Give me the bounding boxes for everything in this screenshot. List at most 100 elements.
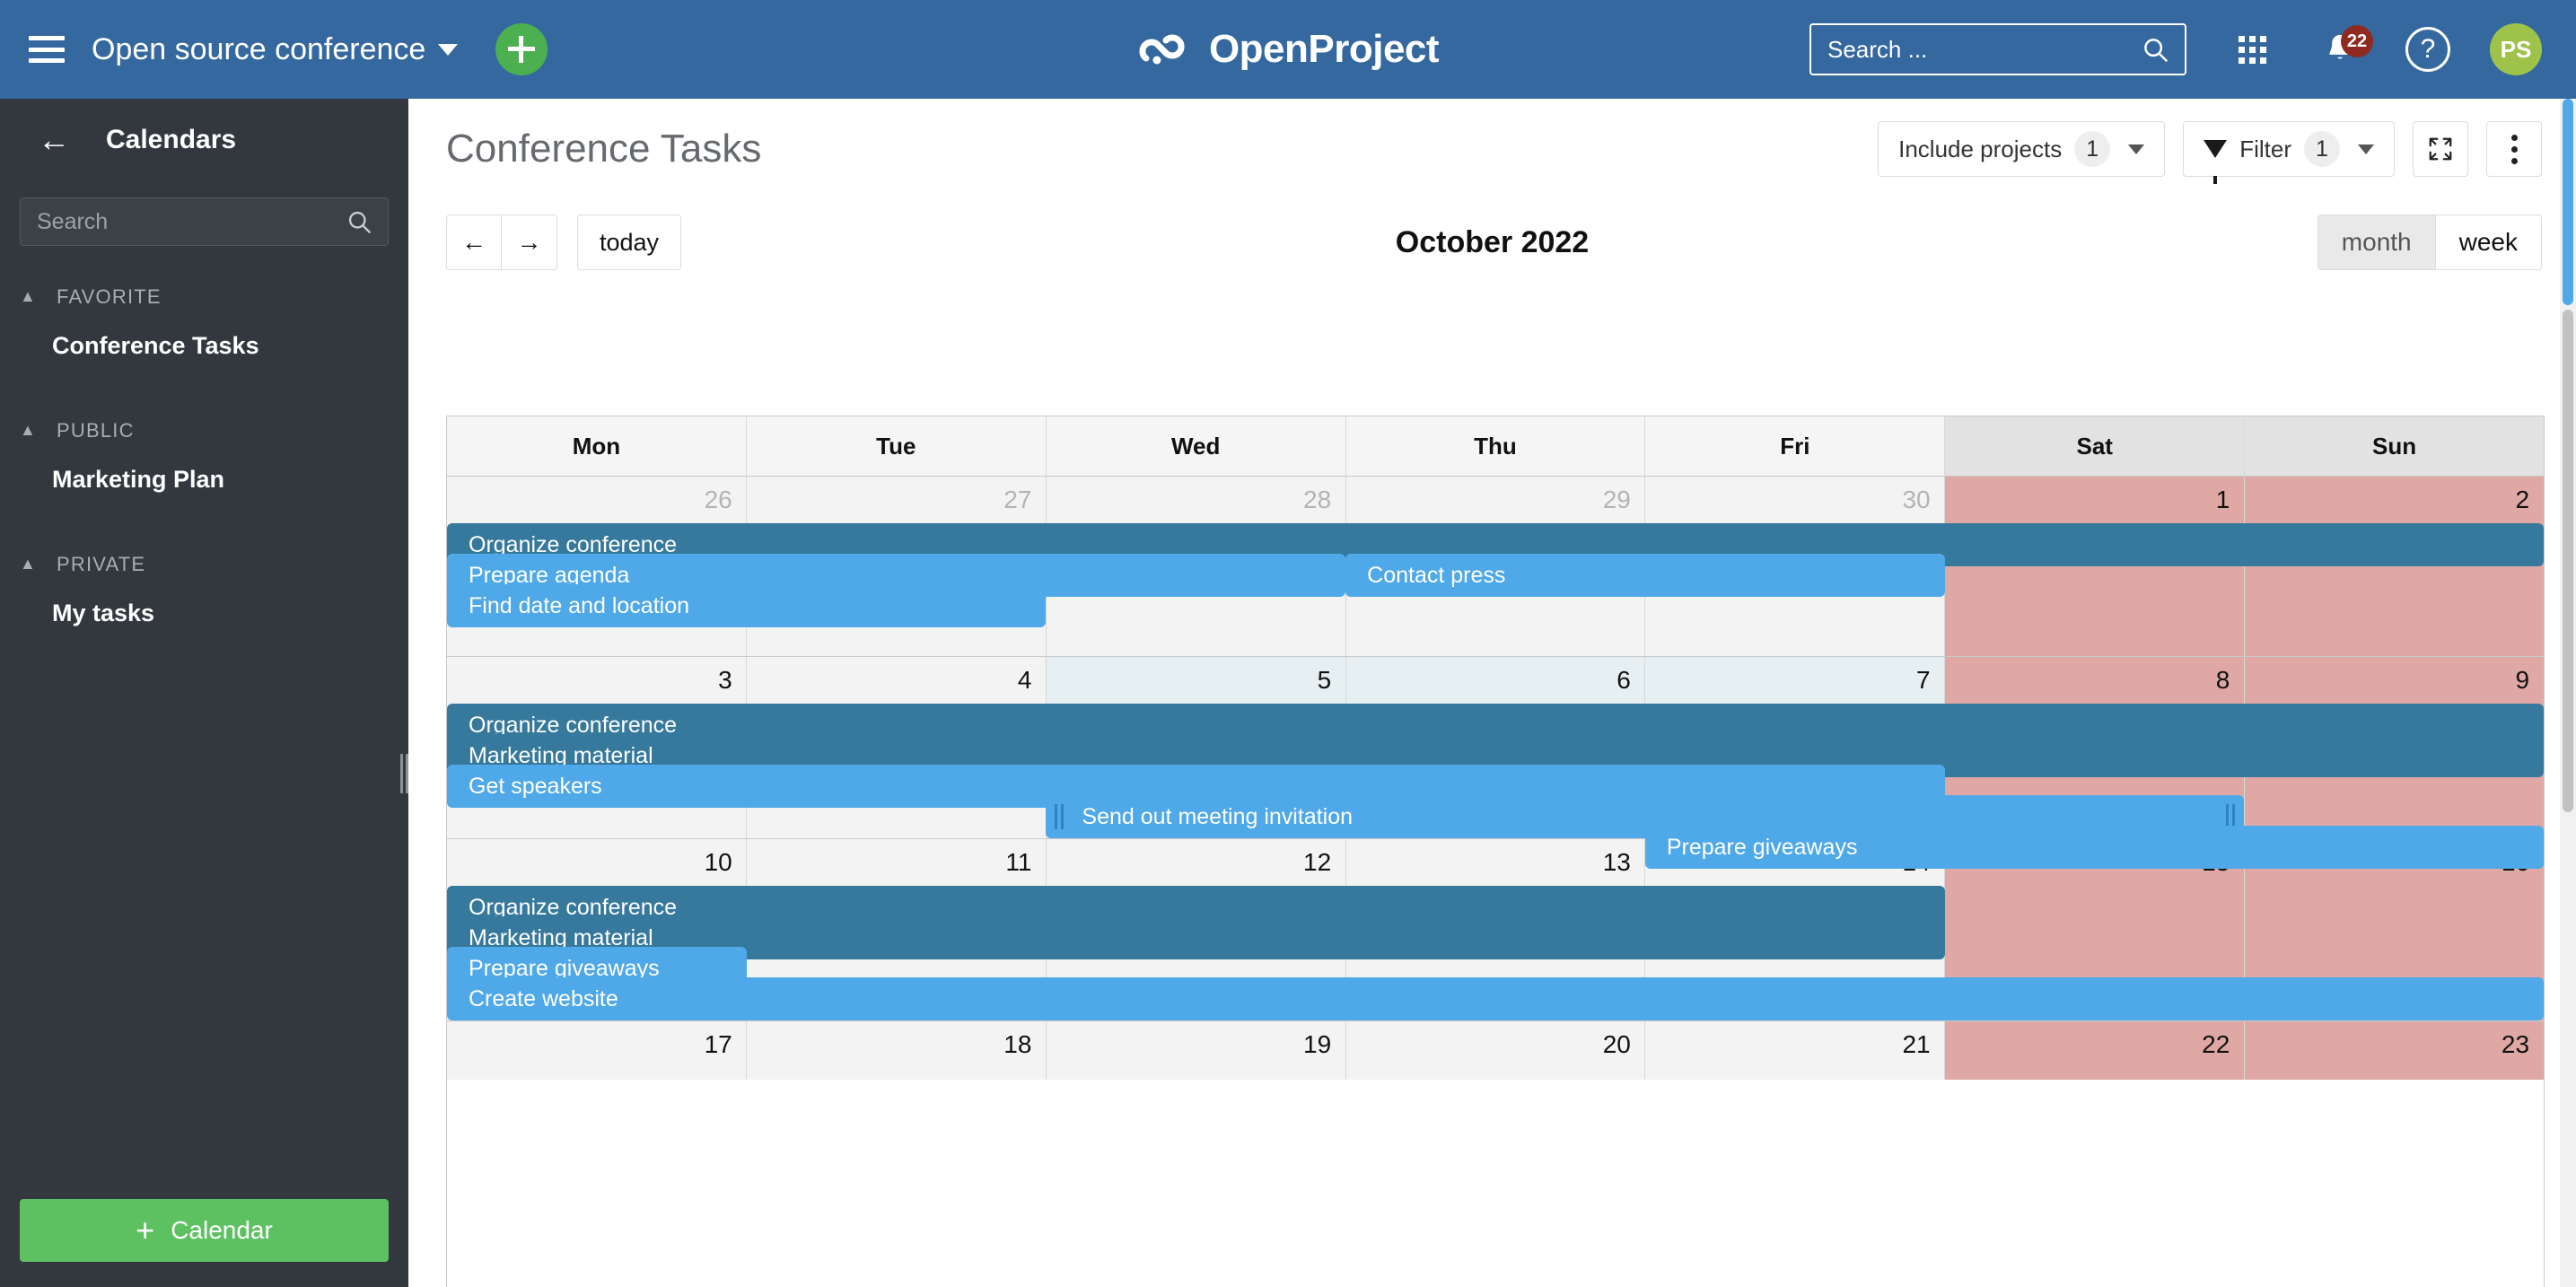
event-resize-handle-left[interactable] xyxy=(1055,804,1065,829)
prev-period-button[interactable]: ← xyxy=(446,214,502,270)
more-vertical-icon xyxy=(2510,134,2518,164)
calendar-day-header-sun: Sun xyxy=(2245,416,2544,476)
sidebar-group-header-private[interactable]: ▲ PRIVATE xyxy=(0,549,408,580)
calendar-week-row: 3 4 5 6 7 8 9 Organize conference Marketing mate… xyxy=(447,656,2544,869)
sidebar-group-header-public[interactable]: ▲ PUBLIC xyxy=(0,416,408,446)
top-header: Open source conference OpenProject Searc… xyxy=(0,0,2576,99)
calendar-day-number: 2 xyxy=(2515,486,2530,513)
add-calendar-button[interactable]: + Calendar xyxy=(20,1199,389,1262)
plus-icon xyxy=(508,36,536,63)
calendar-event[interactable]: Find date and location xyxy=(447,584,1047,627)
calendar-week-row: 17 18 19 20 21 22 23 xyxy=(447,1020,2544,1080)
calendar-event-title: Prepare giveaways xyxy=(1666,834,1858,860)
chevron-up-icon: ▲ xyxy=(20,286,38,305)
calendar-day-number: 19 xyxy=(1303,1030,1332,1058)
calendar-day-header-row: Mon Tue Wed Thu Fri Sat Sun xyxy=(447,416,2544,476)
modules-button[interactable] xyxy=(2226,23,2278,75)
filter-count: 1 xyxy=(2304,131,2340,167)
fullscreen-button[interactable] xyxy=(2413,121,2468,177)
calendar-day-number: 5 xyxy=(1317,666,1332,694)
sidebar-item-conference-tasks[interactable]: Conference Tasks xyxy=(0,312,408,380)
calendar-day-number: 17 xyxy=(704,1030,732,1058)
calendar-event-title: Create website xyxy=(469,985,618,1011)
filter-icon xyxy=(2204,140,2228,184)
sidebar-group-label: PRIVATE xyxy=(57,553,146,575)
add-calendar-label: Calendar xyxy=(171,1216,273,1244)
scrollbar-thumb-top[interactable] xyxy=(2563,99,2573,305)
calendar-day-number: 7 xyxy=(1916,666,1931,694)
sidebar-item-marketing-plan[interactable]: Marketing Plan xyxy=(0,446,408,513)
plus-icon: + xyxy=(136,1212,155,1248)
more-options-button[interactable] xyxy=(2486,121,2542,177)
sidebar-header: ← Calendars xyxy=(0,99,408,181)
filter-button[interactable]: Filter 1 xyxy=(2183,121,2395,184)
chevron-down-icon xyxy=(438,43,459,56)
calendar-day-numbers: 17 18 19 20 21 22 23 xyxy=(447,1021,2544,1068)
sidebar-search-box[interactable] xyxy=(20,197,389,246)
calendar-event[interactable]: Prepare giveaways xyxy=(1644,826,2544,869)
calendar-day-number: 3 xyxy=(718,666,732,694)
openproject-logo[interactable]: OpenProject xyxy=(1137,27,1440,72)
back-arrow-icon[interactable]: ← xyxy=(38,124,70,156)
sidebar-item-my-tasks[interactable]: My tasks xyxy=(0,580,408,647)
sidebar-item-label: Conference Tasks xyxy=(52,332,259,359)
today-button[interactable]: today xyxy=(577,214,682,270)
hamburger-icon[interactable] xyxy=(29,36,65,63)
calendar-day-number: 12 xyxy=(1303,848,1332,876)
scrollbar-thumb[interactable] xyxy=(2563,310,2573,812)
view-week-button[interactable]: week xyxy=(2435,214,2542,270)
content-toolbar: Conference Tasks Include projects 1 Filt… xyxy=(408,99,2576,199)
calendar-day-numbers: 3 4 5 6 7 8 9 xyxy=(447,657,2544,704)
calendar-grid: Mon Tue Wed Thu Fri Sat Sun 26 27 28 29 30 1 2 Organi… xyxy=(446,416,2545,1287)
calendar-day-numbers: 26 27 28 29 30 1 2 xyxy=(447,477,2544,523)
expand-icon xyxy=(2429,137,2452,161)
sidebar-item-label: Marketing Plan xyxy=(52,466,225,493)
calendar-day-number: 21 xyxy=(1902,1030,1931,1058)
calendar-day-header-mon: Mon xyxy=(447,416,747,476)
calendar-day-number: 4 xyxy=(1017,666,1032,694)
chevron-up-icon: ▲ xyxy=(20,420,38,439)
sidebar-item-label: My tasks xyxy=(52,600,155,626)
calendar-day-header-tue: Tue xyxy=(746,416,1047,476)
calendar-day-number: 6 xyxy=(1617,666,1631,694)
calendar-day-number: 28 xyxy=(1303,486,1332,513)
calendar-event[interactable]: Contact press xyxy=(1345,554,1945,597)
project-name: Open source conference xyxy=(92,31,426,66)
calendar-day-header-fri: Fri xyxy=(1645,416,1946,476)
global-search-box[interactable] xyxy=(1809,23,2186,75)
add-button[interactable] xyxy=(495,23,548,75)
main-content: Conference Tasks Include projects 1 Filt… xyxy=(408,99,2576,1287)
chevron-down-icon xyxy=(2128,144,2145,154)
sidebar-group-header-favorite[interactable]: ▲ FAVORITE xyxy=(0,282,408,312)
sidebar-resize-handle[interactable] xyxy=(399,754,408,793)
main-scrollbar[interactable] xyxy=(2560,99,2576,1287)
chevron-down-icon xyxy=(2358,144,2374,154)
view-month-button[interactable]: month xyxy=(2317,214,2436,270)
sidebar-group-favorite: ▲ FAVORITE Conference Tasks xyxy=(0,282,408,380)
calendar-event-title: Find date and location xyxy=(469,592,690,618)
search-input[interactable] xyxy=(1827,35,2142,64)
help-button[interactable]: ? xyxy=(2402,23,2454,75)
avatar[interactable]: PS xyxy=(2490,23,2542,75)
calendar-event[interactable]: Create website xyxy=(447,977,2544,1020)
calendar-day-number: 29 xyxy=(1602,486,1631,513)
calendar-day-number: 30 xyxy=(1902,486,1931,513)
calendar-day-number: 20 xyxy=(1602,1030,1631,1058)
toolbar-actions: Include projects 1 Filter 1 xyxy=(1878,121,2542,184)
filter-label: Filter xyxy=(2239,135,2291,162)
logo-mark-icon xyxy=(1139,34,1185,65)
sidebar-search-input[interactable] xyxy=(37,208,346,235)
include-projects-button[interactable]: Include projects 1 xyxy=(1878,121,2166,177)
calendar-week-row: 26 27 28 29 30 1 2 Organize conference Prepare a… xyxy=(447,476,2544,656)
search-icon xyxy=(2144,39,2168,62)
sidebar-group-label: FAVORITE xyxy=(57,285,162,308)
sidebar-group-public: ▲ PUBLIC Marketing Plan xyxy=(0,416,408,513)
next-period-button[interactable]: → xyxy=(502,214,557,270)
calendar-day-number: 18 xyxy=(1003,1030,1032,1058)
sidebar-title: Calendars xyxy=(106,125,237,154)
page-title: Conference Tasks xyxy=(446,127,762,171)
calendar-day-header-wed: Wed xyxy=(1046,416,1346,476)
calendar-day-number: 13 xyxy=(1602,848,1631,876)
notifications-button[interactable]: 22 xyxy=(2314,23,2373,75)
project-selector[interactable]: Open source conference xyxy=(92,31,459,67)
